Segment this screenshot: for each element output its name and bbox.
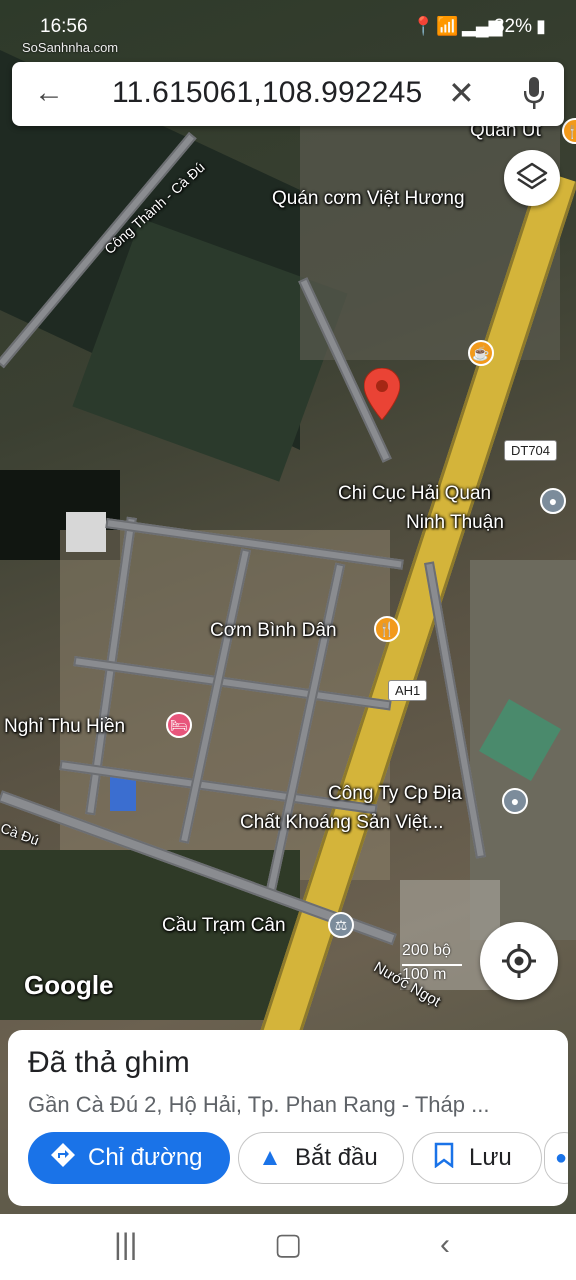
label-chi-cuc-2[interactable]: Ninh Thuận <box>406 512 504 534</box>
back-icon[interactable]: ‹ <box>440 1230 450 1260</box>
layers-button[interactable] <box>504 150 560 206</box>
wifi-icon: 📶 <box>436 16 459 36</box>
system-nav-bar: ||| ▢ ‹ <box>0 1214 576 1280</box>
status-time: 16:56 <box>40 16 88 37</box>
weighing-station-icon[interactable]: ⚖ <box>328 912 354 938</box>
battery-icon: ▮ <box>536 16 546 36</box>
google-logo: Google <box>24 970 114 1000</box>
cafe-icon[interactable]: ☕ <box>468 340 494 366</box>
battery-level: 32% <box>493 16 532 37</box>
close-icon[interactable]: ✕ <box>448 76 475 110</box>
route-badge-dt704: DT704 <box>504 440 558 461</box>
directions-button[interactable]: Chỉ đường <box>28 1132 230 1184</box>
place-marker-icon[interactable]: ● <box>502 788 528 814</box>
label-nghi-thu-hien[interactable]: Nghỉ Thu Hiền <box>4 716 125 738</box>
dropped-pin-icon[interactable] <box>364 368 400 420</box>
more-icon: ● <box>555 1146 568 1169</box>
label-cong-ty-2[interactable]: Chất Khoáng Sản Việt... <box>240 812 444 834</box>
label-chi-cuc-1[interactable]: Chi Cục Hải Quan <box>338 483 491 505</box>
bookmark-icon <box>427 1142 461 1175</box>
label-quan-com[interactable]: Quán cơm Việt Hương <box>272 188 465 210</box>
save-label: Lưu <box>469 1144 512 1171</box>
search-input[interactable]: 11.615061,108.992245 <box>112 76 422 110</box>
save-button[interactable]: Lưu <box>412 1132 542 1184</box>
route-badge-ah1: AH1 <box>388 680 428 701</box>
directions-icon <box>46 1141 80 1176</box>
watermark: SoSanhnha.com <box>22 40 119 55</box>
place-marker-icon[interactable]: ● <box>540 488 566 514</box>
directions-label: Chỉ đường <box>88 1144 203 1171</box>
status-bar: 16:56 SoSanhnha.com 📍 📶 ▂▄▆ 32% ▮ <box>0 0 576 55</box>
restaurant-icon[interactable]: 🍴 <box>562 118 576 144</box>
home-icon[interactable]: ▢ <box>274 1230 302 1260</box>
more-actions-button[interactable]: ● <box>544 1132 568 1184</box>
restaurant-icon[interactable]: 🍴 <box>374 616 400 642</box>
start-label: Bắt đầu <box>295 1144 378 1171</box>
sheet-address: Gần Cà Đú 2, Hộ Hải, Tp. Phan Rang - Thá… <box>28 1092 490 1117</box>
arrow-back-icon[interactable]: ← <box>34 78 64 108</box>
map-scale: 200 bộ 100 m <box>402 942 462 984</box>
label-com-binh-dan[interactable]: Cơm Bình Dân <box>210 620 337 642</box>
place-sheet[interactable]: Đã thả ghim Gần Cà Đú 2, Hộ Hải, Tp. Pha… <box>8 1030 568 1206</box>
layers-icon <box>516 162 548 190</box>
navigation-arrow-icon: ▲ <box>258 1144 282 1171</box>
start-button[interactable]: ▲ Bắt đầu <box>238 1132 404 1184</box>
search-bar[interactable]: ← 11.615061,108.992245 ✕ <box>12 62 564 126</box>
recent-apps-icon[interactable]: ||| <box>114 1230 137 1260</box>
label-ca-du: Cà Đú <box>0 819 42 849</box>
label-cong-ty-1[interactable]: Công Ty Cp Địa <box>328 783 462 805</box>
my-location-button[interactable] <box>480 922 558 1000</box>
mic-icon[interactable] <box>524 76 544 110</box>
location-icon: 📍 <box>412 16 435 36</box>
scale-meters: 100 m <box>402 966 447 983</box>
crosshair-icon <box>502 944 536 978</box>
scale-feet: 200 bộ <box>402 942 451 959</box>
hotel-icon[interactable]: 🛏 <box>166 712 192 738</box>
label-cau-tram-can[interactable]: Cầu Trạm Cân <box>162 915 286 937</box>
sheet-title: Đã thả ghim <box>28 1046 190 1079</box>
